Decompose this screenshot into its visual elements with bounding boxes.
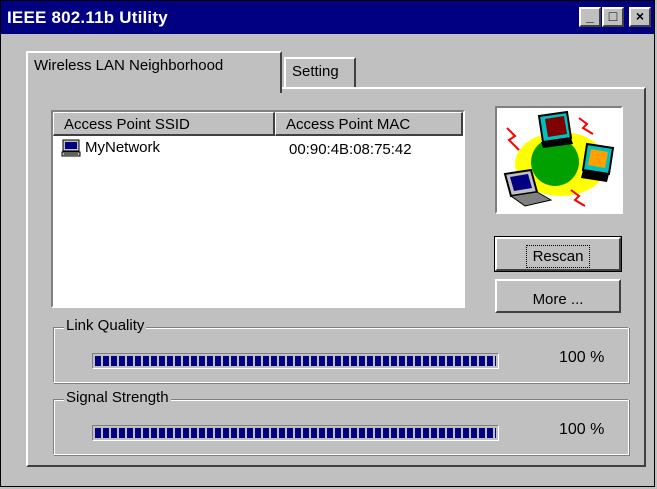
link-quality-meter-fill	[95, 356, 496, 366]
minimize-icon: _	[586, 8, 594, 24]
maximize-button[interactable]: □	[602, 7, 624, 27]
close-icon: ×	[635, 8, 645, 24]
tab-wireless-lan-neighborhood[interactable]: Wireless LAN Neighborhood	[26, 51, 282, 93]
signal-strength-value: 100 %	[559, 421, 605, 438]
title-bar[interactable]: IEEE 802.11b Utility _ □ ×	[1, 1, 654, 34]
signal-strength-label: Signal Strength	[64, 389, 171, 406]
window-title: IEEE 802.11b Utility	[7, 8, 168, 27]
network-computer-icon	[61, 139, 81, 157]
link-quality-meter	[92, 353, 499, 369]
more-button[interactable]: More ...	[495, 279, 621, 313]
ssid-value: MyNetwork	[85, 139, 161, 156]
ssid-cell: MyNetwork	[61, 139, 160, 157]
access-point-list[interactable]: Access Point SSID Access Point MAC MyNet…	[51, 110, 465, 308]
mac-value: 00:90:4B:08:75:42	[289, 141, 412, 158]
maximize-icon: □	[608, 8, 618, 24]
signal-strength-meter	[92, 425, 499, 441]
signal-strength-group: Signal Strength 100 %	[53, 389, 629, 455]
link-quality-group: Link Quality 100 %	[53, 317, 629, 383]
tab-setting[interactable]: Setting	[284, 57, 356, 87]
column-header-ssid[interactable]: Access Point SSID	[53, 112, 275, 136]
rescan-button[interactable]: Rescan	[494, 236, 622, 272]
link-quality-label: Link Quality	[64, 317, 147, 334]
column-header-mac[interactable]: Access Point MAC	[275, 112, 463, 136]
tab-label: Setting	[292, 63, 339, 80]
utility-window: IEEE 802.11b Utility _ □ × Wireless LAN …	[0, 0, 655, 487]
wireless-network-illustration-icon	[495, 106, 623, 214]
list-item[interactable]: MyNetwork 00:90:4B:08:75:42	[53, 138, 463, 160]
rescan-label: Rescan	[525, 244, 591, 268]
more-label: More ...	[532, 291, 584, 308]
tab-label: Wireless LAN Neighborhood	[34, 57, 224, 74]
minimize-button[interactable]: _	[579, 7, 601, 27]
link-quality-value: 100 %	[559, 349, 605, 366]
signal-strength-meter-fill	[95, 428, 496, 438]
close-button[interactable]: ×	[629, 7, 651, 27]
